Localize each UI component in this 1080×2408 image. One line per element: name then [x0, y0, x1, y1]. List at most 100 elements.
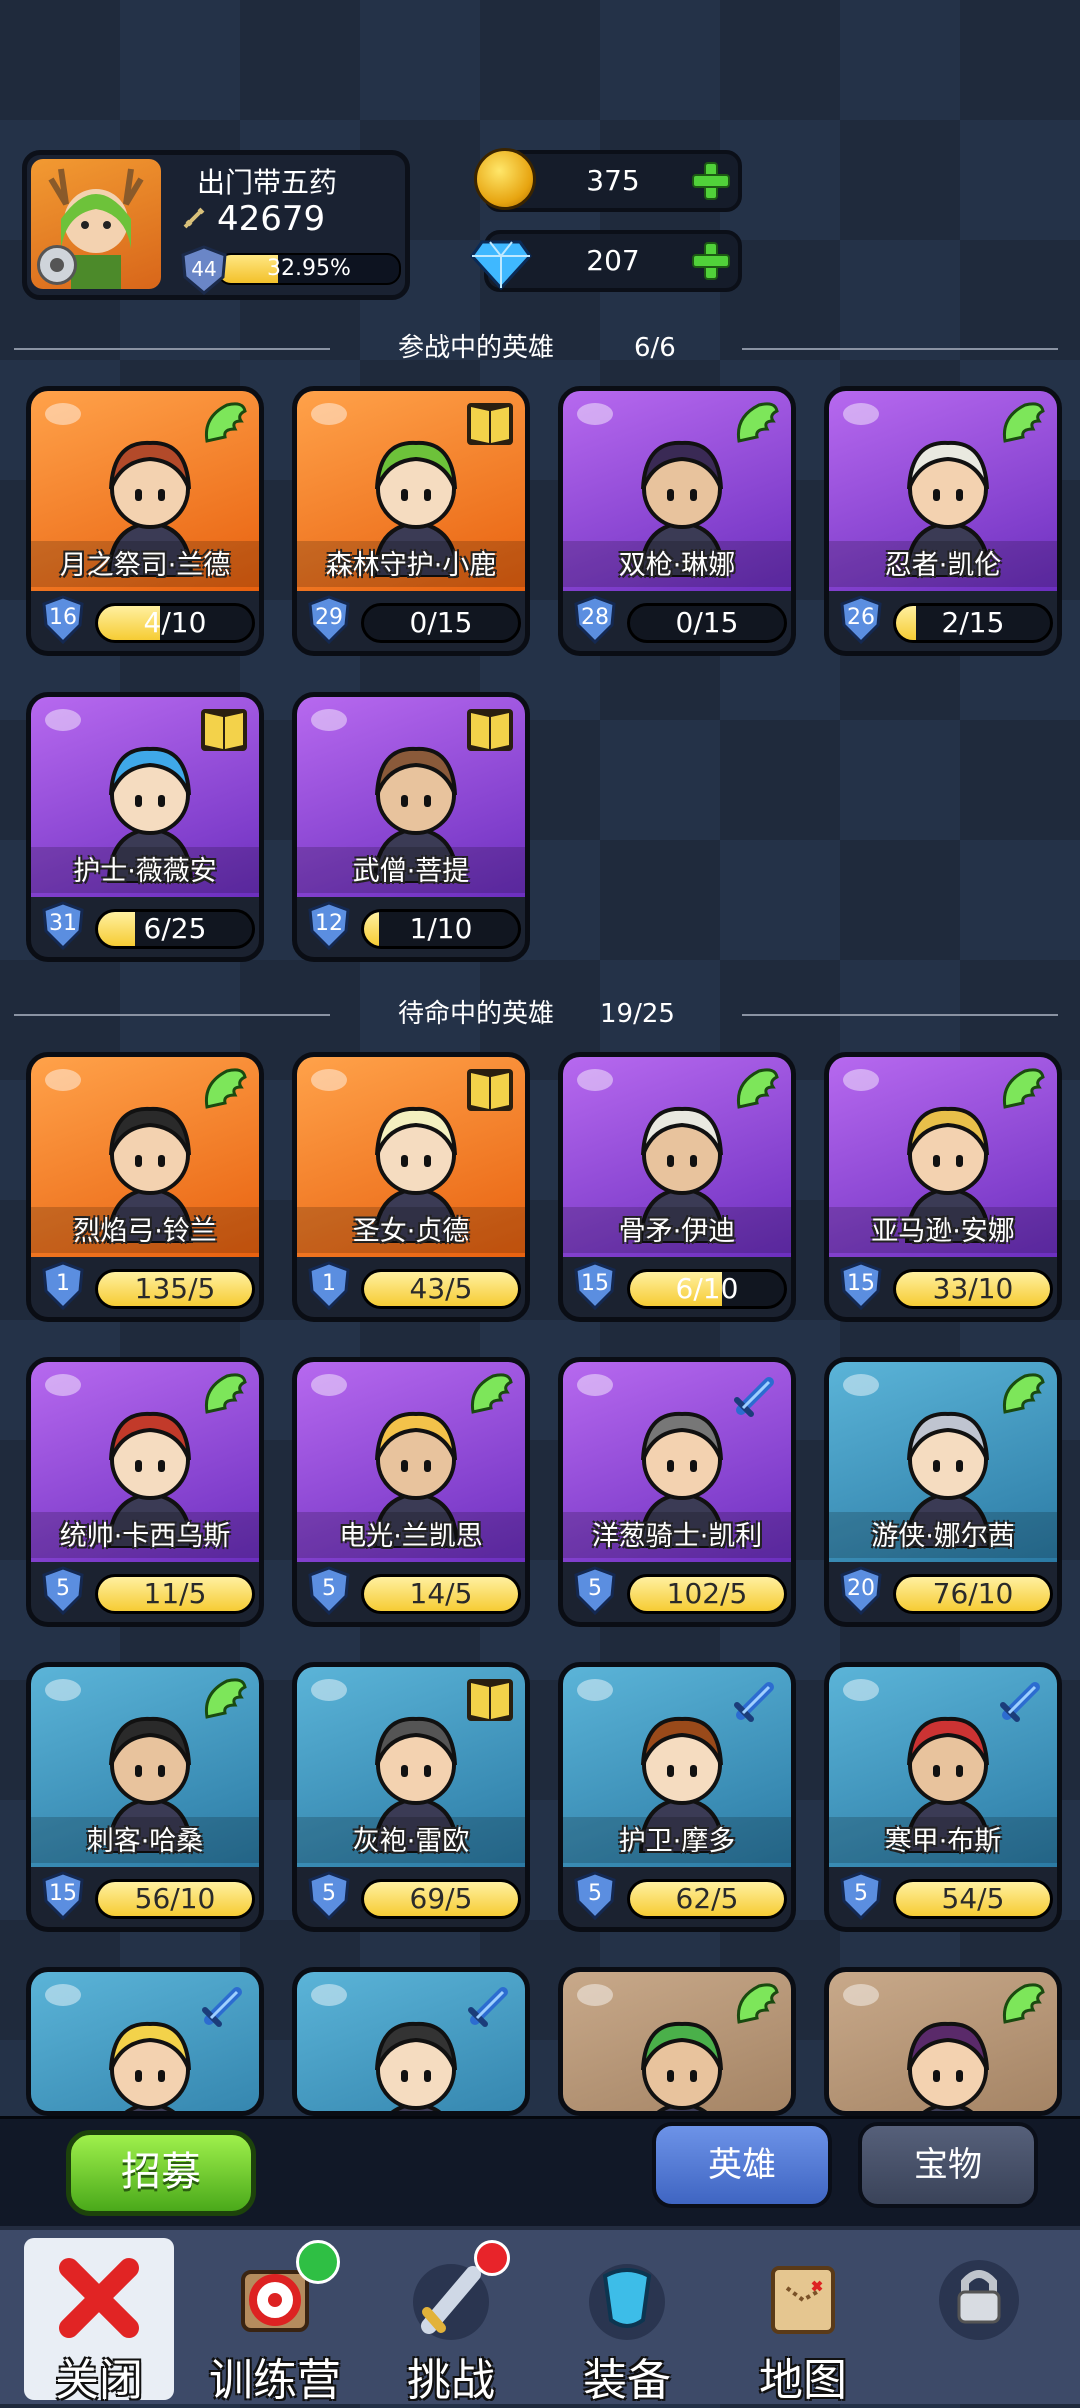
hero-card[interactable]	[558, 1967, 796, 2116]
hero-level: 15	[581, 1271, 609, 1296]
hero-shard-progress: 56/10	[95, 1879, 255, 1919]
hero-shard-progress: 1/10	[361, 909, 521, 949]
nav-equipment-label: 装备	[583, 2355, 671, 2406]
card-shine	[843, 1679, 879, 1701]
card-shine	[311, 1374, 347, 1396]
card-shine	[311, 403, 347, 425]
hero-shard-count: 0/15	[409, 606, 473, 639]
divider-line	[14, 1014, 330, 1016]
hero-level: 16	[49, 605, 77, 630]
player-profile-panel[interactable]: 出门带五药 42679 32.95% 44	[22, 150, 410, 300]
diamond-gem-icon	[470, 240, 532, 291]
hero-card[interactable]	[292, 1967, 530, 2116]
hero-shard-count: 62/5	[675, 1882, 739, 1915]
hero-level: 12	[315, 911, 343, 936]
recruit-button[interactable]: 招募	[66, 2130, 256, 2216]
hero-card[interactable]: 统帅·卡西乌斯 5 11/5	[26, 1357, 264, 1627]
hero-portrait	[829, 1972, 1057, 2111]
card-shine	[45, 1069, 81, 1091]
tab-treasures[interactable]: 宝物	[858, 2122, 1038, 2208]
hero-card[interactable]: 月之祭司·兰德 16 4/10	[26, 386, 264, 656]
hero-level-badge: 28	[573, 595, 617, 645]
hero-card[interactable]: 圣女·贞德 1 43/5	[292, 1052, 530, 1322]
hero-card[interactable]: 武僧·菩提 12 1/10	[292, 692, 530, 962]
book-icon	[463, 397, 517, 451]
nav-equipment[interactable]: 装备	[552, 2238, 702, 2406]
book-icon	[463, 1673, 517, 1727]
notification-dot	[474, 2240, 510, 2276]
hero-card[interactable]: 护士·薇薇安 31 6/25	[26, 692, 264, 962]
hero-card[interactable]: 灰袍·雷欧 5 69/5	[292, 1662, 530, 1932]
card-shine	[577, 1374, 613, 1396]
hero-shard-count: 4/10	[143, 606, 207, 639]
hero-level: 5	[854, 1881, 868, 1906]
player-name: 出门带五药	[197, 166, 338, 199]
card-shine	[45, 1374, 81, 1396]
hero-shard-progress: 2/15	[893, 603, 1053, 643]
hero-shard-progress: 135/5	[95, 1269, 255, 1309]
hero-name: 烈焰弓·铃兰	[73, 1216, 217, 1247]
hero-card[interactable]	[824, 1967, 1062, 2116]
hero-card[interactable]: 双枪·琳娜 28 0/15	[558, 386, 796, 656]
hero-card[interactable]: 游侠·娜尔茜 20 76/10	[824, 1357, 1062, 1627]
hero-card[interactable]: 电光·兰凯思 5 14/5	[292, 1357, 530, 1627]
hero-shard-progress: 11/5	[95, 1574, 255, 1614]
player-level-badge: 44	[179, 245, 229, 295]
player-avatar[interactable]	[31, 159, 161, 289]
hero-level: 5	[322, 1576, 336, 1601]
hero-name: 电光·兰凯思	[339, 1521, 483, 1552]
active-heroes-title: 参战中的英雄	[398, 333, 555, 363]
nav-map[interactable]: 地图	[728, 2238, 878, 2406]
nav-challenge[interactable]: 挑战	[376, 2238, 526, 2406]
hero-figure	[109, 2021, 191, 2111]
hero-card[interactable]	[26, 1967, 264, 2116]
add-gold-button[interactable]	[690, 160, 732, 202]
card-shine	[45, 1984, 81, 2006]
hero-level: 1	[56, 1271, 70, 1296]
wing-icon	[995, 1978, 1049, 2032]
gem-amount: 207	[586, 244, 640, 277]
card-shine	[311, 709, 347, 731]
hero-card[interactable]: 忍者·凯伦 26 2/15	[824, 386, 1062, 656]
hero-shard-progress: 6/10	[627, 1269, 787, 1309]
hero-card[interactable]: 洋葱骑士·凯利 5 102/5	[558, 1357, 796, 1627]
hero-card[interactable]: 亚马逊·安娜 15 33/10	[824, 1052, 1062, 1322]
hero-level: 28	[581, 605, 609, 630]
hero-shard-progress: 76/10	[893, 1574, 1053, 1614]
wing-icon	[197, 1368, 251, 1422]
card-shine	[843, 1374, 879, 1396]
hero-level-badge: 5	[41, 1566, 85, 1616]
hero-card[interactable]: 刺客·哈桑 15 56/10	[26, 1662, 264, 1932]
hero-card[interactable]: 森林守护·小鹿 29 0/15	[292, 386, 530, 656]
card-shine	[311, 1679, 347, 1701]
hero-figure	[375, 2021, 457, 2111]
tab-heroes[interactable]: 英雄	[652, 2122, 832, 2208]
nav-training[interactable]: 训练营	[200, 2238, 350, 2406]
nav-challenge-label: 挑战	[407, 2355, 495, 2406]
hero-name: 月之祭司·兰德	[59, 550, 231, 581]
card-shine	[45, 1679, 81, 1701]
book-icon	[197, 703, 251, 757]
hero-level: 15	[847, 1271, 875, 1296]
settings-gear-icon[interactable]	[37, 245, 77, 285]
card-shine	[577, 1679, 613, 1701]
nav-locked[interactable]	[904, 2238, 1054, 2400]
hero-name: 游侠·娜尔茜	[871, 1521, 1015, 1552]
card-shine	[45, 403, 81, 425]
book-icon	[463, 1063, 517, 1117]
hero-card[interactable]: 护卫·摩多 5 62/5	[558, 1662, 796, 1932]
sword-icon	[729, 1368, 783, 1422]
hero-name: 洋葱骑士·凯利	[591, 1521, 763, 1552]
nav-close[interactable]: 关闭	[24, 2238, 174, 2406]
gold-coin-icon	[474, 148, 536, 210]
wing-icon	[729, 1978, 783, 2032]
hero-level-badge: 15	[839, 1261, 883, 1311]
hero-card[interactable]: 寒甲·布斯 5 54/5	[824, 1662, 1062, 1932]
hero-name: 寒甲·布斯	[884, 1826, 1002, 1857]
hero-name: 护卫·摩多	[618, 1826, 736, 1857]
hero-level-badge: 12	[307, 901, 351, 951]
add-gems-button[interactable]	[690, 240, 732, 282]
wing-icon	[197, 397, 251, 451]
hero-card[interactable]: 烈焰弓·铃兰 1 135/5	[26, 1052, 264, 1322]
hero-card[interactable]: 骨矛·伊迪 15 6/10	[558, 1052, 796, 1322]
